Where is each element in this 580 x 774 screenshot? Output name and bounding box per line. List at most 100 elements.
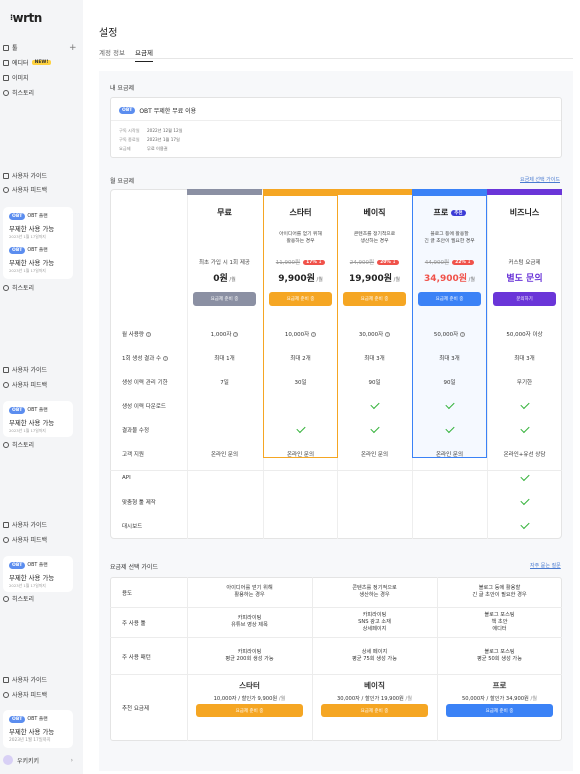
- guide-cell-line: 콘텐츠를 정기적으로: [352, 585, 397, 591]
- reco-plan-name: 베이직: [364, 681, 385, 690]
- desc-line: 생산하는 경우: [360, 239, 389, 244]
- user-profile[interactable]: 우키키키 ›: [3, 752, 73, 768]
- plan-card[interactable]: OBT OBT 플랜 무제한 사용 가능 2023년 1월 17일까지: [3, 710, 73, 748]
- cell-value: 30,000자: [358, 332, 384, 338]
- user-feedback-link[interactable]: 사용자 피드백: [3, 535, 47, 544]
- sidebar-item-image[interactable]: 이미지: [3, 73, 29, 82]
- obt-badge: OBT: [9, 407, 26, 414]
- plan-basic-button[interactable]: 요금제 준비 중: [343, 292, 406, 306]
- plan-business-name: 비즈니스: [487, 207, 562, 218]
- cell-value: 90일: [368, 380, 381, 386]
- feature-cell: 10,000자?: [263, 322, 338, 346]
- check-icon: [519, 423, 530, 434]
- reco-price-unit: /월: [403, 696, 413, 702]
- sidebar-item-history[interactable]: 히스토리: [3, 88, 34, 97]
- plan-business-button[interactable]: 문의하기: [493, 292, 556, 306]
- check-icon: [369, 399, 380, 410]
- plan-guide-link[interactable]: 요금제 선택 가이드: [520, 176, 560, 183]
- plan-card[interactable]: OBT OBT 플랜 무제한 사용 가능 2023년 1월 17일까지: [3, 401, 73, 437]
- guide-cell-line: 카피라이팅: [362, 611, 387, 618]
- plan-basic-header: 베이직 콘텐츠를 정기적으로 생산하는 경우 24,900원 20% ↓ 19,900원 …: [337, 195, 412, 320]
- plan-starter-button[interactable]: 요금제 준비 중: [269, 292, 332, 306]
- reco-plan-button[interactable]: 요금제 준비 중: [446, 704, 553, 717]
- plan-name-text: 베이직: [363, 208, 386, 217]
- tools-header: 툴: [3, 43, 18, 52]
- plan-basic-old-price: 24,900원 20% ↓: [337, 258, 412, 266]
- sidebar-item-history[interactable]: 히스토리: [3, 440, 34, 449]
- feature-label-text: 맞춤형 툴 제작: [122, 500, 156, 506]
- reco-plan-button[interactable]: 요금제 준비 중: [196, 704, 303, 717]
- current-plan-title: 내 요금제: [110, 85, 134, 92]
- user-guide-link[interactable]: 사용자 가이드: [3, 365, 47, 374]
- feature-cell: [412, 514, 487, 538]
- book-icon: [3, 172, 9, 179]
- plan-type-row: 요금제 무료 이용권: [119, 146, 168, 151]
- add-tool-icon[interactable]: +: [69, 43, 77, 53]
- feature-cell: [263, 490, 338, 514]
- obt-badge: OBT: [9, 562, 26, 569]
- plan-free-header: 무료 최초 가입 시 1회 제공 0원 /월 요금제 준비 중: [187, 195, 262, 320]
- feature-cell: 최대 3개: [412, 346, 487, 370]
- plan-free-button[interactable]: 요금제 준비 중: [193, 292, 256, 306]
- feature-cell: 최대 2개: [263, 346, 338, 370]
- cell-value: 온라인 문의: [435, 452, 464, 458]
- help-icon[interactable]: ?: [385, 331, 391, 337]
- feature-cell: [337, 490, 412, 514]
- user-feedback-link[interactable]: 사용자 피드백: [3, 380, 47, 389]
- guide-cell-line: 상세페이지: [362, 625, 387, 632]
- plan-name-text: 비즈니스: [509, 208, 540, 217]
- sidebar-item-history[interactable]: 히스토리: [3, 594, 34, 603]
- help-icon[interactable]: ?: [460, 331, 466, 337]
- guide-cell-line: 블로그 등에 활용할: [478, 585, 521, 591]
- plan-starter-desc: 아이디어를 얻기 위해 활용하는 경우: [263, 231, 338, 245]
- check-icon: [519, 471, 530, 482]
- plan-name-text: 프로: [433, 208, 449, 217]
- feature-cell: 30,000자?: [337, 322, 412, 346]
- feature-cell: [263, 514, 338, 538]
- feature-cell: 온라인+유선 상담: [487, 442, 562, 466]
- faq-link[interactable]: 자주 묻는 질문: [530, 562, 561, 569]
- guide-cell-line: 유튜브 영상 제목: [231, 622, 268, 628]
- feature-label-text: 고객 지원: [122, 452, 144, 458]
- plan-status: OBT 플랜: [27, 408, 48, 413]
- help-icon[interactable]: ?: [311, 331, 317, 337]
- plan-end-row: 구독 종료일 2023년 1월 17일: [119, 137, 180, 142]
- cell-value: 온라인+유선 상담: [503, 452, 546, 458]
- feature-cell: [487, 490, 562, 514]
- plan-date: 2023년 1월 17일까지: [9, 268, 46, 273]
- plan-starter-name: 스타터: [263, 207, 338, 218]
- user-guide-link[interactable]: 사용자 가이드: [3, 520, 47, 529]
- cell-value: 온라인 문의: [210, 452, 239, 458]
- plan-card[interactable]: OBT OBT 플랜 무제한 사용 가능 2023년 1월 17일까지: [3, 556, 73, 592]
- reco-plan-button[interactable]: 요금제 준비 중: [321, 704, 428, 717]
- tab-plans[interactable]: 요금제: [135, 47, 153, 62]
- help-icon[interactable]: ?: [163, 355, 169, 361]
- plan-date: 2023년 1월 17일까지: [9, 583, 46, 588]
- feature-label: 1회 생성 결과 수?: [122, 346, 169, 370]
- desc-line: 활용하는 경우: [286, 239, 315, 244]
- help-icon[interactable]: ?: [146, 331, 151, 337]
- sidebar-item-editor[interactable]: 에디터 NEW!: [3, 58, 52, 67]
- clock-icon: [3, 595, 9, 602]
- price-value: 0원: [213, 274, 228, 284]
- sidebar-item-history[interactable]: 히스토리: [3, 283, 34, 292]
- user-feedback-link[interactable]: 사용자 피드백: [3, 690, 47, 699]
- plan-pro-button[interactable]: 요금제 준비 중: [418, 292, 481, 306]
- sidebar: ⁝wrtn 툴 + 에디터 NEW! 이미지 히스토리 사용자 가이드 사용자 피…: [0, 0, 83, 774]
- guide-cell: 아이디어를 얻기 위해 활용하는 경우: [187, 585, 312, 599]
- feature-cell: [187, 466, 262, 490]
- user-guide-link[interactable]: 사용자 가이드: [3, 171, 47, 180]
- logo[interactable]: ⁝wrtn: [10, 11, 42, 25]
- tab-account[interactable]: 계정 정보: [99, 47, 125, 62]
- feature-cell: [487, 394, 562, 418]
- feature-label-text: 1회 생성 결과 수: [122, 356, 162, 362]
- guide-cell-line: 아이디어를 얻기 위해: [226, 585, 273, 591]
- user-feedback-link[interactable]: 사용자 피드백: [3, 185, 47, 194]
- feature-cell: 최대 1개: [187, 346, 262, 370]
- plan-card[interactable]: OBT OBT 플랜 무제한 사용 가능 2023년 1월 17일까지 OBT OB…: [3, 207, 73, 279]
- feature-cell: [337, 394, 412, 418]
- feature-cell: [263, 466, 338, 490]
- help-icon[interactable]: ?: [233, 331, 239, 337]
- user-guide-link[interactable]: 사용자 가이드: [3, 675, 47, 684]
- check-icon: [369, 423, 380, 434]
